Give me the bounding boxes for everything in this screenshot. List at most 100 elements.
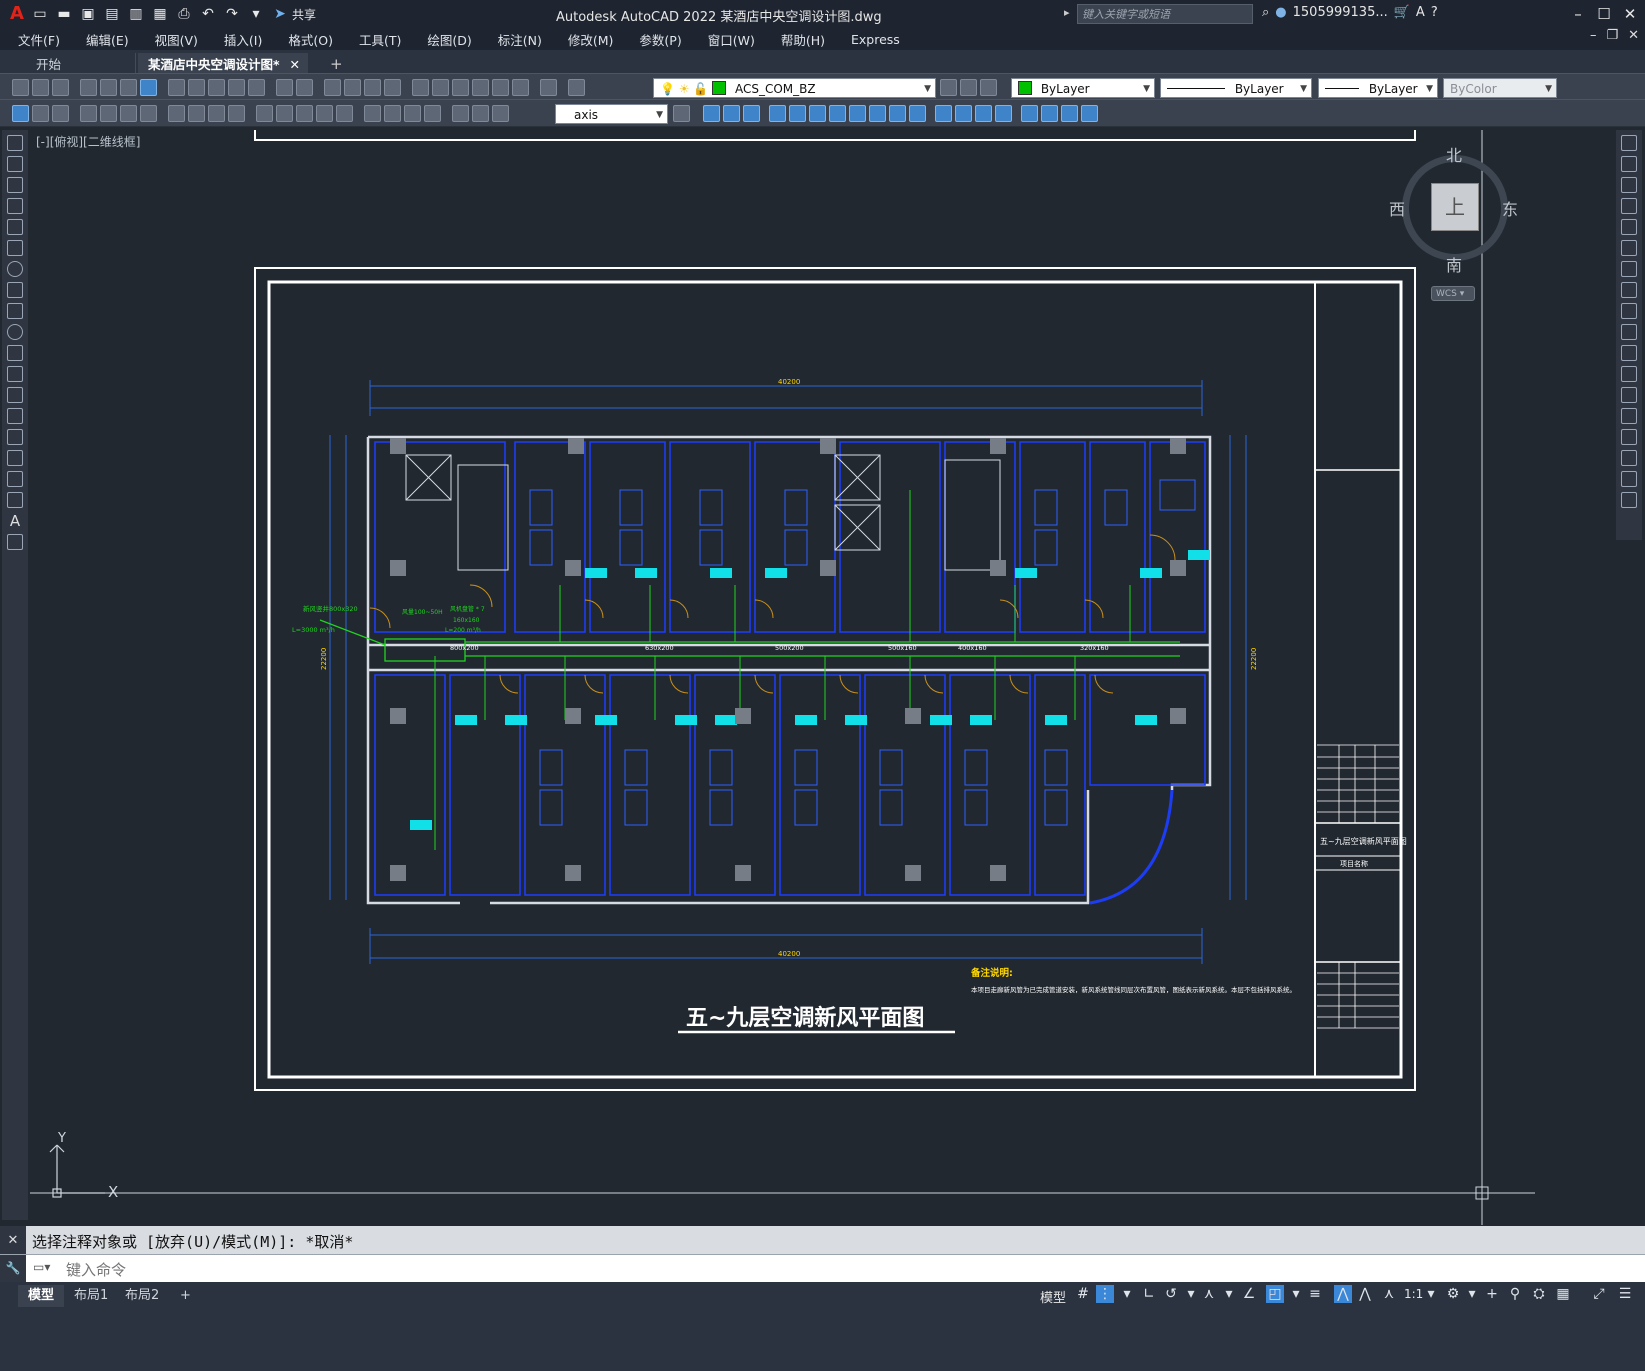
markup-icon[interactable] <box>492 79 509 96</box>
calculator-icon[interactable] <box>512 79 529 96</box>
dim-break-icon[interactable] <box>336 105 353 122</box>
autocad-logo-icon[interactable]: A <box>6 3 28 25</box>
cut-icon[interactable] <box>168 79 185 96</box>
lineweight-dropdown[interactable]: ByLayer ▼ <box>1318 78 1438 98</box>
revision-cloud-icon[interactable] <box>7 282 23 298</box>
copy-object-icon[interactable] <box>1621 156 1637 172</box>
3d-print-icon[interactable] <box>140 79 157 96</box>
zoom-previous-icon[interactable] <box>384 79 401 96</box>
search-arrow-icon[interactable]: ▸ <box>1064 6 1070 19</box>
share-icon[interactable]: ➤ <box>271 5 289 23</box>
break-icon[interactable] <box>1621 387 1637 403</box>
region-icon[interactable] <box>7 471 23 487</box>
color-dropdown-arrow-icon[interactable]: ▼ <box>1143 79 1150 99</box>
fullscreen-icon[interactable]: ⤢ <box>1590 1285 1608 1303</box>
plot-tool-icon[interactable] <box>80 79 97 96</box>
osnap-icon[interactable]: ◰ <box>1266 1285 1284 1303</box>
spline-icon[interactable] <box>7 303 23 319</box>
cart-icon[interactable]: 🛒 <box>1394 5 1410 20</box>
dimstyle-dropdown-arrow-icon[interactable]: ▼ <box>656 105 663 125</box>
jogged-dim-icon[interactable] <box>188 105 205 122</box>
hardware-accel-icon[interactable]: ⛭ <box>1530 1285 1548 1303</box>
search-input[interactable]: 键入关键字或短语 <box>1077 4 1253 24</box>
modify-icon-15[interactable] <box>995 105 1012 122</box>
modify-icon-7[interactable] <box>829 105 846 122</box>
modify-icon-8[interactable] <box>849 105 866 122</box>
modify-icon-5[interactable] <box>789 105 806 122</box>
tool-palettes-icon[interactable] <box>452 79 469 96</box>
modify-icon-19[interactable] <box>1081 105 1098 122</box>
pan-icon[interactable] <box>324 79 341 96</box>
dimstyle-dropdown[interactable]: axis ▼ <box>555 104 668 124</box>
chamfer-icon[interactable] <box>1621 429 1637 445</box>
isodraft-icon[interactable]: ⋏ <box>1200 1285 1218 1303</box>
dim-edit-icon[interactable] <box>452 105 469 122</box>
snap-dropdown-icon[interactable]: ▾ <box>1118 1285 1136 1303</box>
maximize-icon[interactable]: ☐ <box>1591 3 1617 25</box>
zoom-realtime-icon[interactable] <box>344 79 361 96</box>
menu-help[interactable]: 帮助(H) <box>781 30 825 49</box>
linear-dim-icon[interactable] <box>80 105 97 122</box>
ordinate-dim-icon[interactable] <box>140 105 157 122</box>
offset-icon[interactable] <box>1621 198 1637 214</box>
workspace-dropdown-icon[interactable]: ▾ <box>1463 1285 1481 1303</box>
polyline-icon[interactable] <box>7 177 23 193</box>
help-tool-icon[interactable] <box>540 79 557 96</box>
grid-icon[interactable]: # <box>1074 1285 1092 1303</box>
modify-icon-3[interactable] <box>743 105 760 122</box>
color-dropdown[interactable]: ByLayer ▼ <box>1011 78 1155 98</box>
diameter-dim-icon[interactable] <box>208 105 225 122</box>
rectangle-icon[interactable] <box>7 219 23 235</box>
open-file-icon[interactable]: ▬ <box>55 5 73 23</box>
layer-dropdown-arrow-icon[interactable]: ▼ <box>924 79 931 99</box>
point-icon[interactable] <box>7 408 23 424</box>
break-at-point-icon[interactable] <box>1621 366 1637 382</box>
layer-dropdown[interactable]: 💡 ☀ 🔓 ACS_COM_BZ ▼ <box>653 78 936 98</box>
modify-icon-2[interactable] <box>723 105 740 122</box>
modify-icon-13[interactable] <box>955 105 972 122</box>
extend-icon[interactable] <box>1621 345 1637 361</box>
trim-icon[interactable] <box>1621 324 1637 340</box>
modify-icon-1[interactable] <box>703 105 720 122</box>
search-icon[interactable]: ⌕ <box>1262 5 1269 20</box>
menu-modify[interactable]: 修改(M) <box>568 30 614 49</box>
command-settings-icon[interactable]: 🔧 <box>0 1255 26 1282</box>
array-icon[interactable] <box>1621 219 1637 235</box>
workspace-icon[interactable]: ⚙ <box>1444 1285 1462 1303</box>
qnew-icon[interactable] <box>12 79 29 96</box>
block-editor-icon[interactable] <box>248 79 265 96</box>
lineweight-display-icon[interactable]: ≡ <box>1306 1285 1324 1303</box>
help-icon[interactable]: ? <box>1431 5 1438 20</box>
explode-icon[interactable] <box>1621 492 1637 508</box>
minimize-icon[interactable]: – <box>1565 3 1591 25</box>
join-icon[interactable] <box>1621 408 1637 424</box>
redo-icon[interactable]: ↷ <box>223 5 241 23</box>
save-as-icon[interactable]: ▤ <box>103 5 121 23</box>
add-layout-button[interactable]: + <box>170 1285 201 1307</box>
properties-icon[interactable] <box>412 79 429 96</box>
command-recent-icon[interactable]: ▭▾ <box>33 1260 50 1274</box>
line-icon[interactable] <box>7 135 23 151</box>
insert-block-icon[interactable] <box>7 366 23 382</box>
layer-bulb-icon[interactable]: 💡 <box>660 82 675 96</box>
menu-format[interactable]: 格式(O) <box>288 30 333 49</box>
continue-dim-icon[interactable] <box>296 105 313 122</box>
radius-dim-icon[interactable] <box>168 105 185 122</box>
autodesk-app-icon[interactable]: A <box>1416 5 1425 20</box>
compass-north[interactable]: 北 <box>1446 142 1462 166</box>
user-area[interactable]: ⌕ ● 1505999135... 🛒 A ? <box>1262 5 1438 20</box>
clean-screen-icon[interactable]: ▦ <box>1554 1285 1572 1303</box>
save-web-icon[interactable]: ▦ <box>151 5 169 23</box>
modify-icon-14[interactable] <box>975 105 992 122</box>
dimstyle-manager-icon[interactable] <box>673 105 690 122</box>
gradient-icon[interactable] <box>7 450 23 466</box>
blend-curves-icon[interactable] <box>1621 471 1637 487</box>
menu-file[interactable]: 文件(F) <box>18 30 60 49</box>
rotate-icon[interactable] <box>1621 261 1637 277</box>
aligned-dim-icon[interactable] <box>100 105 117 122</box>
wcs-menu[interactable]: WCS ▾ <box>1431 286 1475 301</box>
customize-icon[interactable]: ☰ <box>1616 1285 1634 1303</box>
doc-minimize-icon[interactable]: – <box>1590 28 1597 43</box>
osnap-dropdown-icon[interactable]: ▾ <box>1287 1285 1305 1303</box>
menu-draw[interactable]: 绘图(D) <box>427 30 471 49</box>
